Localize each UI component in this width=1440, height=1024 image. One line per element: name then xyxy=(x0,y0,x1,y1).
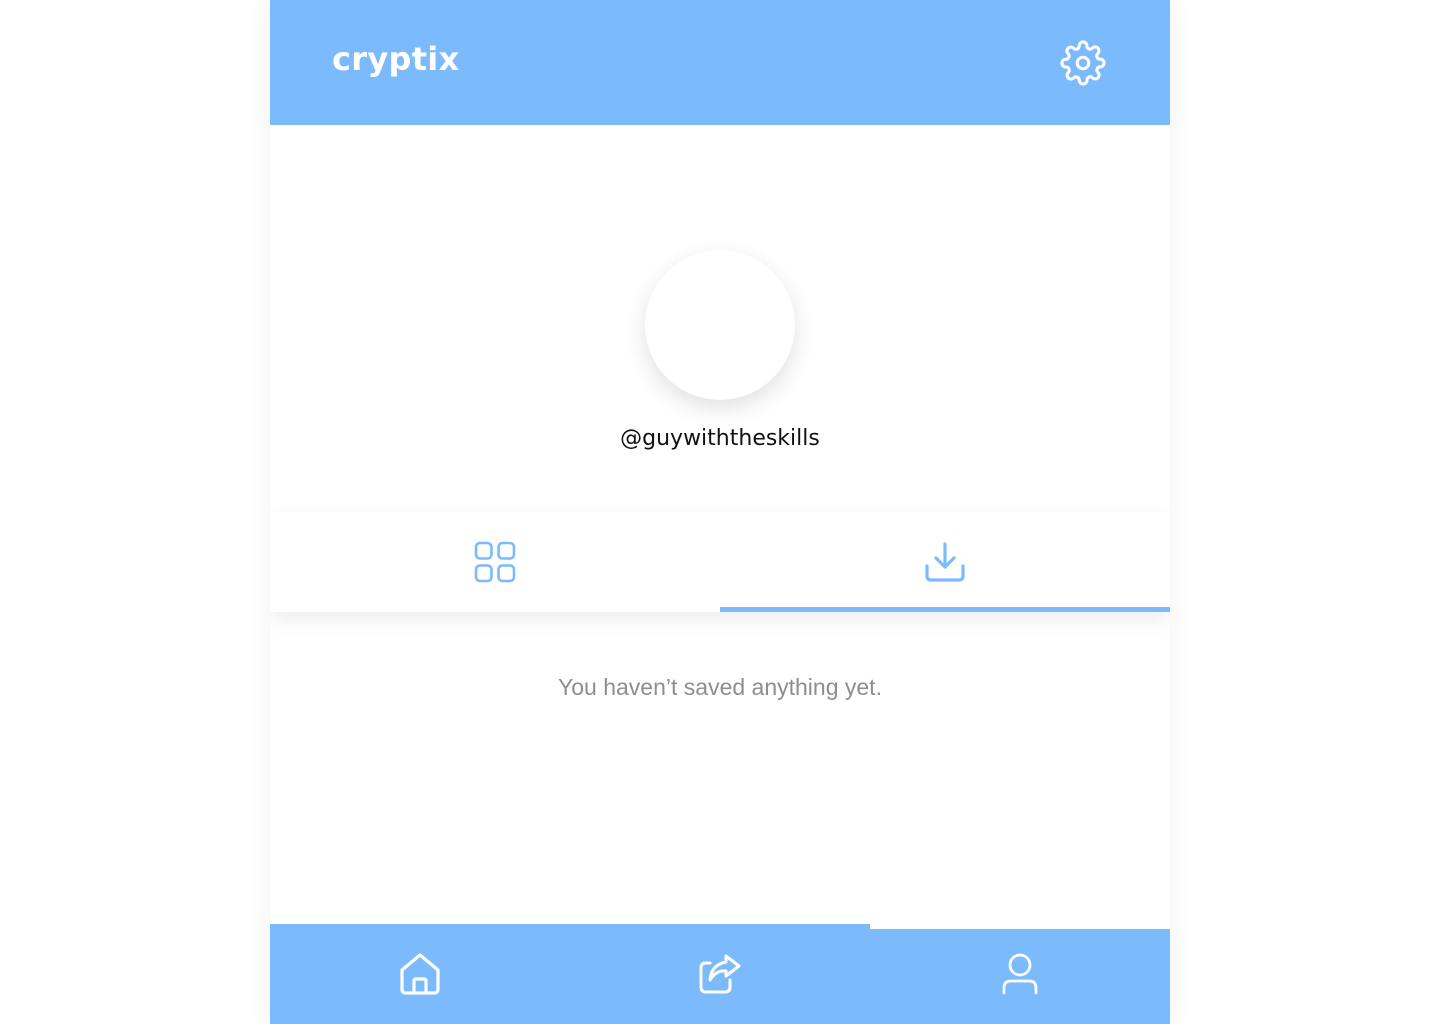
app-header: cryptix xyxy=(270,0,1170,125)
active-nav-indicator xyxy=(870,924,1170,929)
download-icon xyxy=(924,541,966,583)
avatar[interactable] xyxy=(645,250,795,400)
active-tab-indicator xyxy=(720,607,1170,612)
tab-saved[interactable] xyxy=(720,512,1170,612)
profile-username: @guywiththeskills xyxy=(620,426,820,451)
profile-tabs xyxy=(270,512,1170,612)
app-frame: cryptix @guywiththeskills You haven’t sa… xyxy=(270,0,1170,1024)
grid-icon xyxy=(474,541,516,583)
tab-posts[interactable] xyxy=(270,512,720,612)
nav-share[interactable] xyxy=(570,948,870,1000)
user-icon xyxy=(1001,953,1039,995)
empty-state-message: You haven’t saved anything yet. xyxy=(558,674,882,700)
settings-button[interactable] xyxy=(1058,38,1108,88)
share-icon xyxy=(698,953,742,995)
nav-home[interactable] xyxy=(270,948,570,1000)
app-title: cryptix xyxy=(332,40,460,78)
nav-profile[interactable] xyxy=(870,948,1170,1000)
home-icon xyxy=(399,952,441,996)
bottom-navigation xyxy=(270,924,1170,1024)
gear-icon xyxy=(1060,40,1106,86)
